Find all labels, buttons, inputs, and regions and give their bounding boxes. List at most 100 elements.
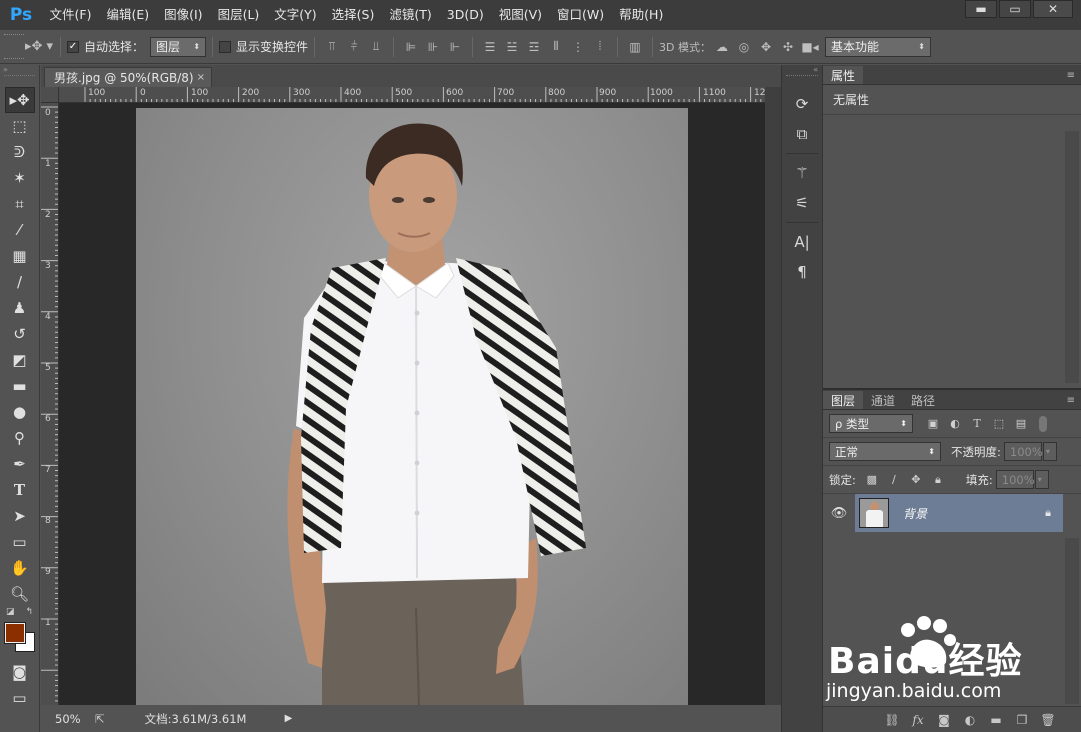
auto-select-target-dropdown[interactable]: 图层 ⬍ [150, 36, 207, 57]
panel-menu-icon[interactable]: ≡ [1067, 70, 1075, 81]
link-layers-icon[interactable]: ⛓ [879, 713, 905, 727]
align-hcenter-icon[interactable]: ⊪ [422, 36, 444, 58]
paragraph-panel-icon[interactable]: ¶ [787, 259, 817, 285]
distribute-hcenter-icon[interactable]: ⋮ [567, 36, 589, 58]
gradient-tool-icon[interactable]: ▬ [5, 373, 35, 399]
type-tool-icon[interactable]: T [5, 477, 35, 503]
eyedropper-tool-icon[interactable]: ⁄ [5, 217, 35, 243]
menu-image[interactable]: 图像(I) [157, 0, 210, 30]
align-right-icon[interactable]: ⊩ [444, 36, 466, 58]
align-top-icon[interactable]: ⫪ [321, 36, 343, 58]
vertical-ruler[interactable]: 0 1 2 3 4 5 6 7 8 9 1 [41, 103, 59, 705]
tab-layers[interactable]: 图层 [823, 391, 864, 409]
document-tab[interactable]: 男孩.jpg @ 50%(RGB/8) × [44, 67, 212, 87]
tab-paths[interactable]: 路径 [903, 391, 943, 409]
auto-align-icon[interactable]: ▥ [624, 36, 646, 58]
lock-all-icon[interactable]: 🔒︎ [930, 472, 946, 488]
distribute-top-icon[interactable]: ☰ [479, 36, 501, 58]
minimize-button[interactable]: ▬ [965, 0, 997, 18]
crop-tool-icon[interactable]: ⌗ [5, 191, 35, 217]
foreground-color-swatch[interactable] [4, 622, 26, 644]
share-icon[interactable]: ⇱ [95, 712, 105, 726]
zoom-tool-icon[interactable]: 🔍︎ [5, 581, 35, 607]
menu-filter[interactable]: 滤镜(T) [382, 0, 439, 30]
menu-type[interactable]: 文字(Y) [267, 0, 324, 30]
menu-help[interactable]: 帮助(H) [612, 0, 671, 30]
align-vcenter-icon[interactable]: ⫩ [343, 36, 365, 58]
3d-slide-icon[interactable]: ✣ [777, 36, 799, 58]
layer-style-icon[interactable]: fx [905, 713, 931, 727]
dock-collapse-icon[interactable]: « [782, 65, 822, 75]
actions-panel-icon[interactable]: ⧉ [787, 121, 817, 147]
horizontal-ruler[interactable]: 100 0 100 200 300 400 500 600 700 800 90… [59, 87, 765, 103]
add-mask-icon[interactable]: ◙ [931, 713, 957, 727]
document-image[interactable] [136, 108, 688, 705]
filter-toggle[interactable] [1039, 415, 1047, 432]
new-layer-icon[interactable]: ❐ [1009, 713, 1035, 727]
brush-tool-icon[interactable]: ∕ [5, 269, 35, 295]
align-left-icon[interactable]: ⊫ [400, 36, 422, 58]
adjustments-icon[interactable]: ⚟ [787, 190, 817, 216]
blend-mode-dropdown[interactable]: 正常 ⬍ [829, 442, 941, 461]
layer-filter-dropdown[interactable]: ρ 类型 ⬍ [829, 414, 913, 433]
filter-adjustment-icon[interactable]: ◐ [947, 416, 963, 432]
character-panel-icon[interactable]: A| [787, 229, 817, 255]
maximize-button[interactable]: ▭ [999, 0, 1031, 18]
healing-brush-tool-icon[interactable]: ▦ [5, 243, 35, 269]
distribute-right-icon[interactable]: ⦙ [589, 36, 611, 58]
distribute-bottom-icon[interactable]: ☲ [523, 36, 545, 58]
delete-layer-icon[interactable]: 🗑︎ [1035, 713, 1061, 727]
quick-mask-icon[interactable]: ◙ [5, 659, 35, 685]
lock-image-icon[interactable]: ∕ [886, 472, 902, 488]
distribute-vcenter-icon[interactable]: ☱ [501, 36, 523, 58]
menu-window[interactable]: 窗口(W) [550, 0, 612, 30]
menu-layer[interactable]: 图层(L) [210, 0, 267, 30]
dodge-tool-icon[interactable]: ⚲ [5, 425, 35, 451]
status-menu-arrow-icon[interactable]: ▶ [285, 713, 293, 724]
lock-transparent-icon[interactable]: ▩ [864, 472, 880, 488]
close-button[interactable]: ✕ [1033, 0, 1073, 18]
move-tool-icon[interactable]: ▸✥ [4, 87, 35, 113]
canvas-vertical-scrollbar[interactable] [765, 87, 781, 705]
clone-stamp-tool-icon[interactable]: ♟ [5, 295, 35, 321]
show-transform-checkbox[interactable]: ✓ [219, 40, 232, 53]
magic-wand-tool-icon[interactable]: ✶ [5, 165, 35, 191]
lock-position-icon[interactable]: ✥ [908, 472, 924, 488]
screen-mode-icon[interactable]: ▭ [5, 685, 35, 711]
move-tool-preset-icon[interactable]: ▸✥ ▾ [24, 36, 54, 58]
history-panel-icon[interactable]: ⟳ [787, 91, 817, 117]
close-tab-icon[interactable]: × [197, 72, 205, 83]
fill-dropdown-arrow-icon[interactable]: ▾ [1034, 470, 1049, 489]
distribute-left-icon[interactable]: ⦀ [545, 36, 567, 58]
3d-pan-icon[interactable]: ✥ [755, 36, 777, 58]
rectangle-tool-icon[interactable]: ▭ [5, 529, 35, 555]
hand-tool-icon[interactable]: ✋ [5, 555, 35, 581]
auto-select-checkbox[interactable]: ✓ [67, 40, 79, 53]
menu-edit[interactable]: 编辑(E) [99, 0, 157, 30]
panel-collapse-icon[interactable]: » [0, 65, 39, 75]
blur-tool-icon[interactable]: ● [5, 399, 35, 425]
layer-row[interactable]: 👁︎ 背景 🔒︎ [823, 494, 1081, 532]
ruler-origin[interactable] [41, 87, 59, 103]
layer-name[interactable]: 背景 [903, 505, 927, 522]
properties-scrollbar[interactable] [1065, 131, 1079, 383]
layer-item-background[interactable]: 背景 🔒︎ [855, 494, 1063, 532]
canvas-area[interactable] [59, 103, 765, 705]
opacity-dropdown-arrow-icon[interactable]: ▾ [1042, 442, 1057, 461]
align-bottom-icon[interactable]: ⫫ [365, 36, 387, 58]
brush-presets-icon[interactable]: ⚚ [787, 160, 817, 186]
new-group-icon[interactable]: ▬ [983, 713, 1009, 727]
menu-select[interactable]: 选择(S) [324, 0, 382, 30]
menu-file[interactable]: 文件(F) [42, 0, 99, 30]
eraser-tool-icon[interactable]: ◩ [5, 347, 35, 373]
3d-orbit-icon[interactable]: ☁ [711, 36, 733, 58]
panel-menu-icon[interactable]: ≡ [1067, 395, 1075, 406]
tab-channels[interactable]: 通道 [863, 391, 903, 409]
menu-3d[interactable]: 3D(D) [439, 0, 491, 30]
path-selection-tool-icon[interactable]: ➤ [5, 503, 35, 529]
filter-shape-icon[interactable]: ⬚ [991, 416, 1007, 432]
adjustment-layer-icon[interactable]: ◐ [957, 713, 983, 727]
fill-field[interactable]: 100% [995, 470, 1035, 489]
filter-smart-object-icon[interactable]: ▤ [1013, 416, 1029, 432]
opacity-field[interactable]: 100% [1003, 442, 1043, 461]
